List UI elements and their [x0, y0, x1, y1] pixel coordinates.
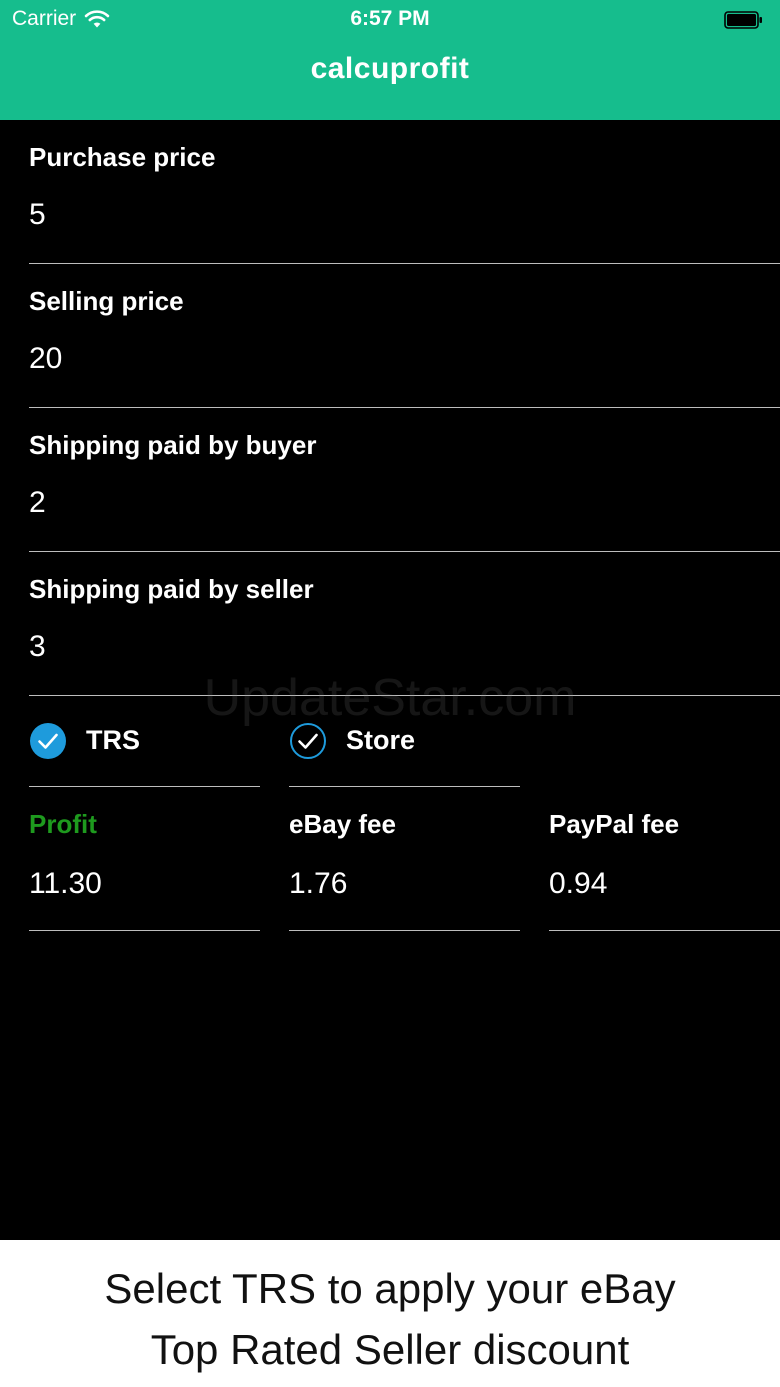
shipping-seller-field[interactable]: Shipping paid by seller 3: [29, 552, 780, 696]
info-banner: Select TRS to apply your eBay Top Rated …: [0, 1240, 780, 1387]
trs-label: TRS: [86, 725, 140, 755]
profit-result: Profit 11.30: [29, 787, 260, 931]
paypal-fee-label: PayPal fee: [549, 809, 680, 839]
ebay-fee-label: eBay fee: [289, 809, 396, 839]
check-circle-filled-icon[interactable]: [29, 722, 67, 760]
ebay-fee-result: eBay fee 1.76: [289, 787, 520, 931]
selling-price-label: Selling price: [29, 286, 184, 316]
result-divider: [289, 930, 520, 931]
profit-label: Profit: [29, 809, 97, 839]
shipping-seller-label: Shipping paid by seller: [29, 574, 314, 604]
shipping-buyer-field[interactable]: Shipping paid by buyer 2: [29, 408, 780, 552]
purchase-price-label: Purchase price: [29, 142, 216, 172]
app-header: Carrier 6:57 PM calcuprofit: [0, 0, 780, 120]
profit-value: 11.30: [29, 867, 102, 900]
result-divider: [549, 930, 780, 931]
shipping-buyer-label: Shipping paid by buyer: [29, 430, 317, 460]
store-label: Store: [346, 725, 416, 755]
paypal-fee-result: PayPal fee 0.94: [549, 787, 780, 931]
shipping-seller-input[interactable]: 3: [29, 630, 46, 664]
check-circle-outline-icon[interactable]: [289, 722, 327, 760]
result-divider: [29, 930, 260, 931]
selling-price-field[interactable]: Selling price 20: [29, 264, 780, 408]
banner-line-2: Top Rated Seller discount: [150, 1326, 630, 1373]
shipping-buyer-input[interactable]: 2: [29, 486, 46, 520]
battery-icon: [724, 11, 762, 29]
selling-price-input[interactable]: 20: [29, 342, 62, 376]
ebay-fee-value: 1.76: [289, 867, 348, 900]
banner-line-1: Select TRS to apply your eBay: [104, 1265, 676, 1312]
purchase-price-input[interactable]: 5: [29, 198, 46, 232]
status-time: 6:57 PM: [350, 7, 430, 30]
store-checkbox[interactable]: Store: [289, 696, 520, 787]
trs-checkbox[interactable]: TRS: [29, 696, 260, 787]
purchase-price-field[interactable]: Purchase price 5: [29, 120, 780, 264]
page-title: calcuprofit: [310, 52, 470, 85]
status-bar: Carrier 6:57 PM: [0, 0, 780, 40]
paypal-fee-value: 0.94: [549, 867, 608, 900]
